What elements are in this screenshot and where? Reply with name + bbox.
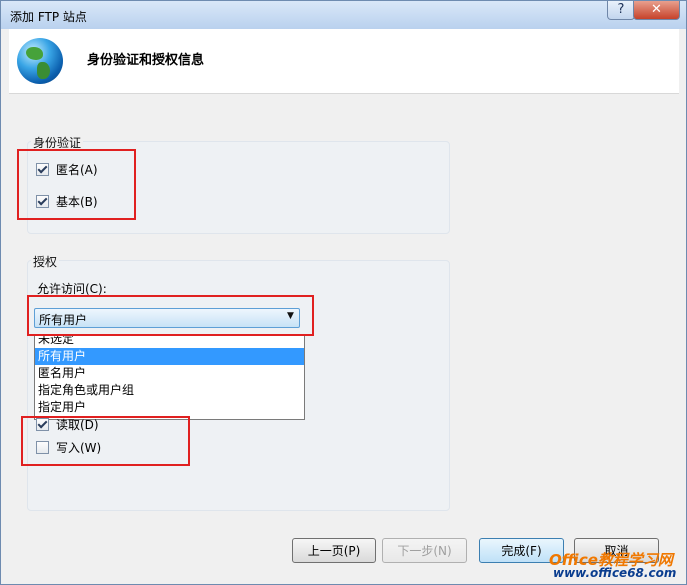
option-anonymous-users[interactable]: 匿名用户 [35,365,304,382]
page-title: 身份验证和授权信息 [87,53,205,68]
wizard-header: 身份验证和授权信息 [9,29,679,94]
watermark-logo: Office教程学习网 www.office68.com [549,549,679,581]
window-title: 添加 FTP 站点 [10,10,87,24]
option-specified-users[interactable]: 指定用户 [35,399,304,416]
highlight-box-permissions [21,416,190,466]
watermark-url: www.office68.com [553,566,677,580]
globe-icon [17,38,63,84]
option-all-users[interactable]: 所有用户 [35,348,304,365]
add-ftp-site-dialog: 添加 FTP 站点 ? ✕ 身份验证和授权信息 身份验证 匿名(A) 基本(B)… [0,0,687,585]
allow-access-options-list[interactable]: 未选定 所有用户 匿名用户 指定角色或用户组 指定用户 [34,335,305,420]
previous-button[interactable]: 上一页(P) [292,538,376,563]
authorization-label: 授权 [31,253,60,270]
option-unselected[interactable]: 未选定 [35,336,304,348]
highlight-box-auth [17,149,136,220]
next-button[interactable]: 下一步(N) [382,538,467,563]
title-bar[interactable]: 添加 FTP 站点 ? ✕ [1,1,686,29]
close-button[interactable]: ✕ [633,1,680,20]
help-button[interactable]: ? [607,1,635,20]
option-roles-or-groups[interactable]: 指定角色或用户组 [35,382,304,399]
highlight-box-dropdown [27,295,314,336]
